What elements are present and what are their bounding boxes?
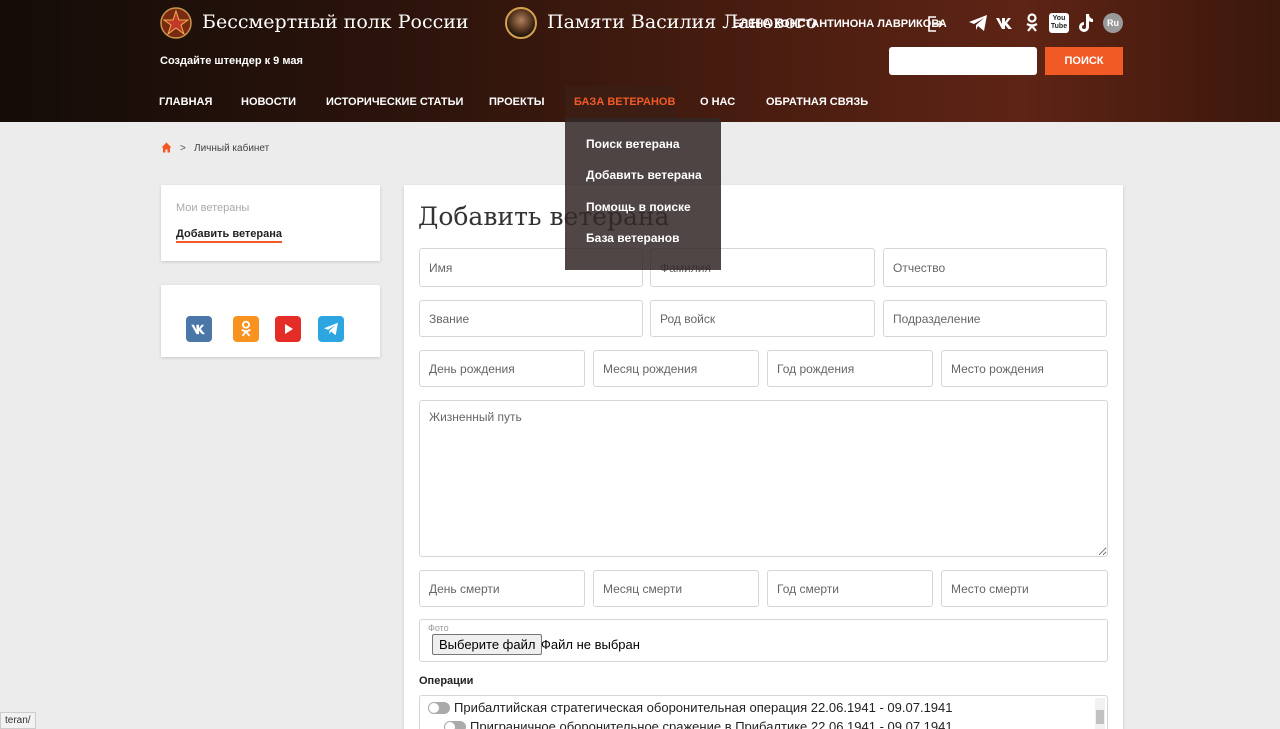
home-icon[interactable] xyxy=(161,142,172,153)
sidebar-item-my-veterans[interactable]: Мои ветераны xyxy=(176,202,249,214)
choose-file-button[interactable]: Выберите файл xyxy=(432,634,543,655)
ok-icon[interactable] xyxy=(233,316,259,342)
telegram-icon[interactable] xyxy=(318,316,344,342)
memory-portrait-avatar[interactable] xyxy=(505,7,537,39)
youtube-label-bottom: Tube xyxy=(1050,23,1068,30)
dropdown-item-search-help[interactable]: Помощь в поиске xyxy=(586,200,691,214)
site-title[interactable]: Бессмертный полк России xyxy=(202,11,469,33)
birth-place-field[interactable] xyxy=(941,350,1108,387)
youtube-icon[interactable]: You Tube xyxy=(1049,13,1069,33)
youtube-label-top: You xyxy=(1052,15,1066,22)
operations-list[interactable]: Прибалтийская стратегическая оборонитель… xyxy=(419,695,1108,729)
ok-icon[interactable] xyxy=(1022,13,1042,33)
sidebar-menu: Мои ветераны Добавить ветерана xyxy=(161,185,380,261)
operation-toggle[interactable] xyxy=(444,720,466,729)
youtube-icon[interactable] xyxy=(275,316,301,342)
photo-label: Фото xyxy=(428,623,449,633)
operation-item[interactable]: Прибалтийская стратегическая оборонитель… xyxy=(428,700,953,715)
patronymic-field[interactable] xyxy=(883,248,1107,287)
vk-icon[interactable] xyxy=(995,13,1015,33)
sidebar-item-add-veteran[interactable]: Добавить ветерана xyxy=(176,228,283,243)
dropdown-item-veterans-base[interactable]: База ветеранов xyxy=(586,231,680,245)
death-place-field[interactable] xyxy=(941,570,1108,607)
death-month-field[interactable] xyxy=(593,570,759,607)
breadcrumb-current: Личный кабинет xyxy=(194,143,270,154)
star-logo-icon[interactable] xyxy=(160,7,192,39)
breadcrumb-separator: > xyxy=(180,143,186,154)
nav-item-about[interactable]: О НАС xyxy=(700,96,735,108)
rutube-icon[interactable]: Ru xyxy=(1103,13,1123,33)
operation-label: Прибалтийская стратегическая оборонитель… xyxy=(454,700,953,715)
dropdown-item-search-veteran[interactable]: Поиск ветерана xyxy=(586,137,680,151)
user-name[interactable]: ЕЛЕНА КОНСТАНТИНОНА ЛАВРИКОВА xyxy=(733,18,947,30)
operations-scrollbar[interactable] xyxy=(1095,698,1105,729)
dropdown-item-add-veteran[interactable]: Добавить ветерана xyxy=(586,168,702,182)
operation-toggle[interactable] xyxy=(428,701,450,714)
veterans-base-dropdown: Поиск ветерана Добавить ветерана Помощь … xyxy=(565,118,721,270)
nav-item-home[interactable]: ГЛАВНАЯ xyxy=(159,96,212,108)
nav-item-veterans-base[interactable]: БАЗА ВЕТЕРАНОВ xyxy=(574,96,675,108)
nav-item-projects[interactable]: ПРОЕКТЫ xyxy=(489,96,544,108)
main-nav: ГЛАВНАЯ НОВОСТИ ИСТОРИЧЕСКИЕ СТАТЬИ ПРОЕ… xyxy=(0,86,1280,118)
photo-upload: Фото Выберите файл Файл не выбран xyxy=(419,619,1108,662)
header-socials: You Tube Ru xyxy=(968,13,1123,33)
biography-field[interactable] xyxy=(419,400,1108,557)
rank-field[interactable] xyxy=(419,300,643,337)
search-input[interactable] xyxy=(889,47,1037,75)
nav-item-news[interactable]: НОВОСТИ xyxy=(241,96,296,108)
file-status: Файл не выбран xyxy=(541,637,640,652)
unit-field[interactable] xyxy=(883,300,1107,337)
logout-icon[interactable] xyxy=(927,15,943,33)
tiktok-icon[interactable] xyxy=(1076,13,1096,33)
browser-status-url: teran/ xyxy=(0,712,36,729)
vk-icon[interactable] xyxy=(186,316,212,342)
scrollbar-thumb[interactable] xyxy=(1096,710,1104,724)
nav-item-articles[interactable]: ИСТОРИЧЕСКИЕ СТАТЬИ xyxy=(326,96,463,108)
telegram-icon[interactable] xyxy=(968,13,988,33)
add-veteran-form: Добавить ветерана Фото Выберите файл Фай… xyxy=(404,185,1123,729)
nav-item-feedback[interactable]: ОБРАТНАЯ СВЯЗЬ xyxy=(766,96,868,108)
operation-item[interactable]: Приграничное оборонительное сражение в П… xyxy=(444,719,953,729)
operation-label: Приграничное оборонительное сражение в П… xyxy=(470,719,953,729)
death-day-field[interactable] xyxy=(419,570,585,607)
search-button[interactable]: ПОИСК xyxy=(1045,47,1123,75)
operations-title: Операции xyxy=(419,675,474,687)
promo-link[interactable]: Создайте штендер к 9 мая xyxy=(160,55,303,67)
birth-day-field[interactable] xyxy=(419,350,585,387)
sidebar-socials xyxy=(161,285,380,357)
birth-year-field[interactable] xyxy=(767,350,933,387)
branch-field[interactable] xyxy=(650,300,875,337)
death-year-field[interactable] xyxy=(767,570,933,607)
birth-month-field[interactable] xyxy=(593,350,759,387)
